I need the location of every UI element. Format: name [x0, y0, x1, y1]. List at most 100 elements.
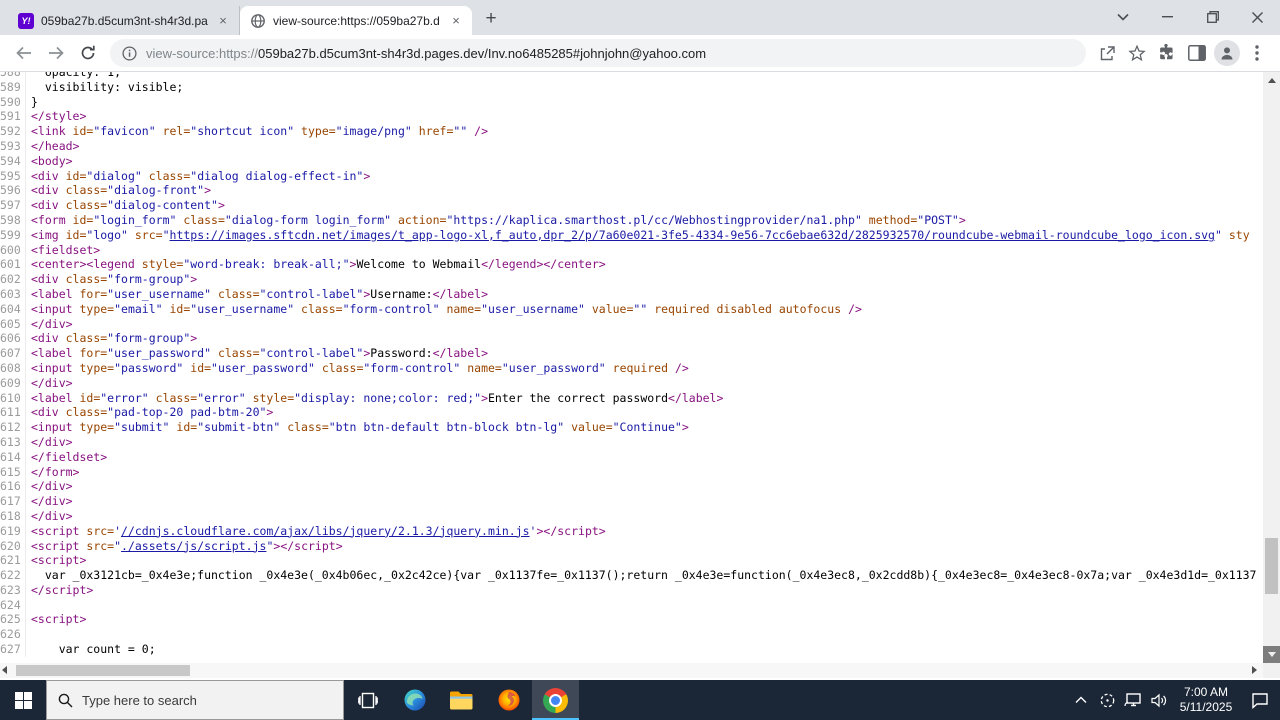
- firefox-icon[interactable]: [485, 680, 532, 720]
- horizontal-scrollbar[interactable]: [0, 663, 1263, 678]
- url-text: 059ba27b.d5cum3nt-sh4r3d.pages.dev/Inv.n…: [258, 45, 707, 61]
- source-line: 604 <input type="email" id="user_username…: [0, 301, 1263, 317]
- task-view-button[interactable]: [344, 680, 391, 720]
- source-code-text: <div class="dialog-content">: [31, 198, 225, 213]
- scroll-right-arrow[interactable]: [1252, 666, 1257, 674]
- side-panel-icon[interactable]: [1182, 38, 1212, 68]
- line-number: 619: [0, 523, 26, 539]
- forward-icon[interactable]: [42, 39, 70, 67]
- source-token: id=: [58, 227, 87, 242]
- network-icon[interactable]: [1120, 680, 1146, 720]
- source-token: "https://kaplica.smarthost.pl/cc/Webhost…: [446, 212, 862, 227]
- source-token: class=: [58, 405, 108, 420]
- line-number: 599: [0, 227, 26, 243]
- line-number: 613: [0, 434, 26, 450]
- tab-close-icon[interactable]: ×: [448, 13, 464, 29]
- source-code-text: <label for="user_password" class="contro…: [31, 346, 488, 361]
- source-token: required: [605, 360, 669, 375]
- source-token: id=: [169, 420, 198, 435]
- source-line: 605 </div>: [0, 316, 1263, 332]
- source-token: for=: [72, 286, 108, 301]
- source-token: "error": [100, 390, 149, 405]
- source-token: class=: [294, 301, 343, 316]
- address-bar[interactable]: view-source:https://059ba27b.d5cum3nt-sh…: [110, 39, 1086, 67]
- source-token: "": [633, 301, 648, 316]
- vertical-scrollbar[interactable]: [1263, 72, 1280, 663]
- source-token: "favicon": [93, 124, 156, 139]
- tab-search-chevron-icon[interactable]: [1100, 0, 1145, 34]
- source-link[interactable]: https://images.sftcdn.net/images/t_app-l…: [170, 228, 1215, 242]
- source-token: "user_username": [190, 301, 295, 316]
- tray-circular-arrow-icon[interactable]: [1094, 680, 1120, 720]
- menu-dots-icon[interactable]: [1242, 38, 1272, 68]
- source-token: "pad-top-20 pad-btm-20": [107, 405, 267, 420]
- line-number: 611: [0, 405, 26, 421]
- source-token: id=: [58, 168, 87, 183]
- search-icon: [58, 693, 73, 708]
- source-link[interactable]: //cdnjs.cloudflare.com/ajax/libs/jquery/…: [121, 524, 530, 538]
- source-token: <center>: [31, 257, 87, 272]
- source-line: 591 </style>: [0, 109, 1263, 125]
- back-icon[interactable]: [10, 39, 38, 67]
- source-line: 625 <script>: [0, 612, 1263, 628]
- start-button[interactable]: [0, 680, 46, 720]
- source-link[interactable]: ./assets/js/script.js: [121, 539, 266, 553]
- volume-icon[interactable]: [1146, 680, 1172, 720]
- vertical-scrollbar-thumb[interactable]: [1265, 538, 1278, 594]
- browser-window: Y! 059ba27b.d5cum3nt-sh4r3d.pag × view-s…: [0, 0, 1280, 720]
- source-token: visibility: visible;: [31, 79, 184, 94]
- line-number: 608: [0, 360, 26, 376]
- close-button[interactable]: [1235, 0, 1280, 34]
- line-number: 605: [0, 316, 26, 332]
- scroll-down-arrow[interactable]: [1263, 646, 1280, 663]
- search-placeholder: Type here to search: [82, 692, 197, 708]
- tab-phishing-page[interactable]: Y! 059ba27b.d5cum3nt-sh4r3d.pag ×: [8, 6, 240, 35]
- file-explorer-icon[interactable]: [438, 680, 485, 720]
- source-token: >: [190, 272, 198, 287]
- source-code-text: </script>: [31, 583, 93, 598]
- source-token: "submit-btn": [197, 420, 281, 435]
- globe-icon: [250, 13, 266, 29]
- tab-view-source[interactable]: view-source:https://059ba27b.d ×: [240, 6, 472, 35]
- restore-button[interactable]: [1190, 0, 1235, 34]
- minimize-button[interactable]: [1145, 0, 1190, 34]
- tab-close-icon[interactable]: ×: [215, 13, 231, 29]
- source-code-text: <body>: [31, 154, 73, 169]
- line-number: 627: [0, 642, 26, 657]
- info-icon[interactable]: [122, 45, 137, 61]
- profile-avatar[interactable]: [1212, 38, 1242, 68]
- reload-icon[interactable]: [74, 39, 102, 67]
- new-tab-button[interactable]: +: [478, 6, 504, 32]
- tray-chevron-up-icon[interactable]: [1068, 680, 1094, 720]
- scroll-left-arrow[interactable]: [2, 666, 7, 674]
- action-center-icon[interactable]: [1240, 680, 1280, 720]
- line-number: 612: [0, 420, 26, 435]
- chrome-icon[interactable]: [532, 680, 579, 720]
- taskbar-clock[interactable]: 7:00 AM 5/11/2025: [1172, 685, 1240, 715]
- source-token: class=: [211, 286, 260, 301]
- source-token: >: [266, 405, 274, 420]
- scrollbar-corner: [1263, 663, 1280, 678]
- source-line: 593 </head>: [0, 138, 1263, 154]
- share-icon[interactable]: [1092, 38, 1122, 68]
- line-number: 615: [0, 464, 26, 480]
- source-token: "error": [197, 390, 246, 405]
- source-line: 600 <fieldset>: [0, 242, 1263, 258]
- taskbar-search-box[interactable]: Type here to search: [46, 680, 344, 720]
- source-line: 598 <form id="login_form" class="dialog-f…: [0, 212, 1263, 228]
- scroll-up-arrow[interactable]: [1263, 72, 1280, 89]
- source-token: "form-control": [363, 360, 461, 375]
- source-token: class=: [176, 212, 225, 227]
- source-token: id=: [65, 124, 94, 139]
- source-token: "Continue": [612, 420, 682, 435]
- source-token: <div: [31, 405, 59, 420]
- source-token: "dialog-content": [107, 198, 218, 213]
- source-line: 594 <body>: [0, 153, 1263, 169]
- line-number: 624: [0, 597, 26, 613]
- bookmark-star-icon[interactable]: [1122, 38, 1152, 68]
- horizontal-scrollbar-thumb[interactable]: [16, 665, 190, 676]
- source-line: 606 <div class="form-group">: [0, 331, 1263, 347]
- extensions-icon[interactable]: [1152, 38, 1182, 68]
- edge-icon[interactable]: [391, 680, 438, 720]
- source-code-text: <form id="login_form" class="dialog-form…: [31, 213, 966, 228]
